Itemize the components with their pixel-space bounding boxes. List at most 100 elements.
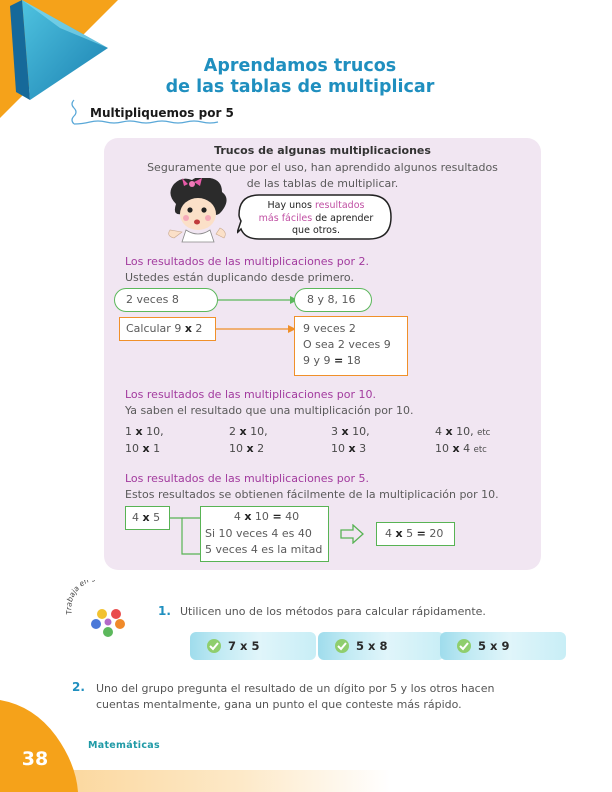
oval-2-veces-8: 2 veces 8 [114,288,218,312]
table10-r2c3: 10 x 3 [331,442,366,455]
panel-heading: Trucos de algunas multiplicaciones [214,144,431,157]
bubble-highlight-2: más fáciles [258,212,313,224]
calc-post: 2 [191,322,203,335]
equals-sign: = [416,527,426,540]
girl-illustration-icon [168,178,227,243]
mid-line1-post: 40 [281,510,300,523]
panel-intro-line1: Seguramente que por el uso, han aprendid… [147,161,498,174]
work-group-logo-icon: Trabaja en grupo [66,580,125,637]
oval-left-text: 2 veces 8 [126,293,179,306]
section2-sub: Ustedes están duplicando desde primero. [125,271,354,284]
r2c2-b: 2 [253,442,265,455]
multiply-sign: x [452,442,460,455]
r2c3-b: 3 [355,442,367,455]
oval-8-y-8-16: 8 y 8, 16 [294,288,372,312]
box-4x5: 4 x 5 [125,506,170,530]
mid-line1-mid: 10 [251,510,273,523]
exercise-text: 5 x 9 [478,639,509,653]
question-2-number: 2. [72,680,85,694]
footer-subject-label: Matemáticas [88,740,160,751]
table10-r1c2: 2 x 10, [229,425,268,438]
ex1-b: 5 [247,639,260,653]
speech-bubble-text: Hay unos resultados más fáciles de apren… [247,200,385,238]
arrow-right-icon [216,325,296,333]
checkmark-icon [207,639,221,653]
multiply-sign: x [445,425,453,438]
r1c2-a: 2 [229,425,240,438]
multiply-sign: x [348,442,356,455]
ex1-a: 7 [228,639,241,653]
mid-line1-pre: 4 [233,510,245,523]
section5-heading: Los resultados de las multiplicaciones p… [125,472,369,485]
page-title: Aprendamos trucos de las tablas de multi… [150,56,450,98]
result-line3: 9 y 9 = 18 [303,353,407,369]
ex2-a: 5 [356,639,369,653]
result-line1: 9 veces 2 [303,322,356,335]
page-corner-decoration [0,700,78,792]
result-line3-pre: 9 y 9 [303,354,334,367]
question-2-line1: Uno del grupo pregunta el resultado de u… [96,682,495,695]
table10-r2c1: 10 x 1 [125,442,160,455]
page-number: 38 [21,748,49,770]
mid-line2: Si 10 veces 4 es 40 [205,526,312,540]
section10-sub: Ya saben el resultado que una multiplica… [125,404,414,417]
ex3-a: 5 [478,639,491,653]
multiply-sign: x [395,527,403,540]
exercise-pill-5x8: 5 x 8 [318,632,444,660]
svg-text:Trabaja en grupo: Trabaja en grupo [66,580,114,615]
r2c4-b: 4 [459,442,471,455]
hollow-arrow-icon [340,524,364,544]
r2c2-a: 10 [229,442,247,455]
exercise-pill-7x5: 7 x 5 [190,632,316,660]
box3-mid: 5 [402,527,417,540]
table10-r2c4: 10 x 4 etc [435,442,487,455]
work-group-logo-text: Trabaja en grupo [66,580,114,615]
exercise-text: 7 x 5 [228,639,259,653]
result-line2: O sea 2 veces 9 [303,338,391,351]
multiply-sign: x [142,442,150,455]
checkmark-icon [335,639,349,653]
section2-heading: Los resultados de las multiplicaciones p… [125,255,369,268]
r1c1-a: 1 [125,425,136,438]
section10-heading: Los resultados de las multiplicaciones p… [125,388,376,401]
section5-sub: Estos resultados se obtienen fácilmente … [125,488,499,501]
multiply-sign: x [239,425,247,438]
box3-pre: 4 [385,527,396,540]
box-10-veces: 4 x 10 = 40 Si 10 veces 4 es 40 5 veces … [200,506,329,562]
mid-line1: 4 x 10 = 40 [205,509,328,526]
r1c1-b: 10, [142,425,164,438]
ex3-b: 9 [497,639,510,653]
bubble-text-post1: de aprender [312,212,374,224]
box1-post: 5 [149,511,161,524]
multiply-sign: x [246,442,254,455]
arrow-right-icon [218,296,298,304]
bracket-connector [170,517,200,555]
table10-r1c3: 3 x 10, [331,425,370,438]
multiply-sign: x [142,511,150,524]
r1c2-b: 10, [246,425,268,438]
multiply-sign: x [135,425,143,438]
table10-r2c2: 10 x 2 [229,442,264,455]
checkmark-icon [457,639,471,653]
ex2-b: 8 [375,639,388,653]
table10-r1c1: 1 x 10, [125,425,164,438]
equals-sign: = [272,510,282,523]
bubble-highlight-1: resultados [314,200,365,211]
box1-pre: 4 [132,511,143,524]
equals-sign: = [334,354,344,367]
r2c1-b: 1 [149,442,161,455]
page-title-line2: de las tablas de multiplicar [165,77,435,97]
etc-label: etc [477,428,491,438]
bubble-text-post2: que otros. [292,225,340,236]
question-1-text: Utilicen uno de los métodos para calcula… [180,605,486,618]
mid-line3: 5 veces 4 es la mitad [205,543,323,556]
multiply-sign: x [341,425,349,438]
r1c3-a: 3 [331,425,342,438]
bubble-text-pre: Hay unos [267,200,315,211]
r1c4-b: 10, [452,425,474,438]
exercise-pill-5x9: 5 x 9 [440,632,566,660]
calc-pre: Calcular 9 [126,322,185,335]
r2c3-a: 10 [331,442,349,455]
multiply-sign: x [184,322,192,335]
r1c4-a: 4 [435,425,446,438]
